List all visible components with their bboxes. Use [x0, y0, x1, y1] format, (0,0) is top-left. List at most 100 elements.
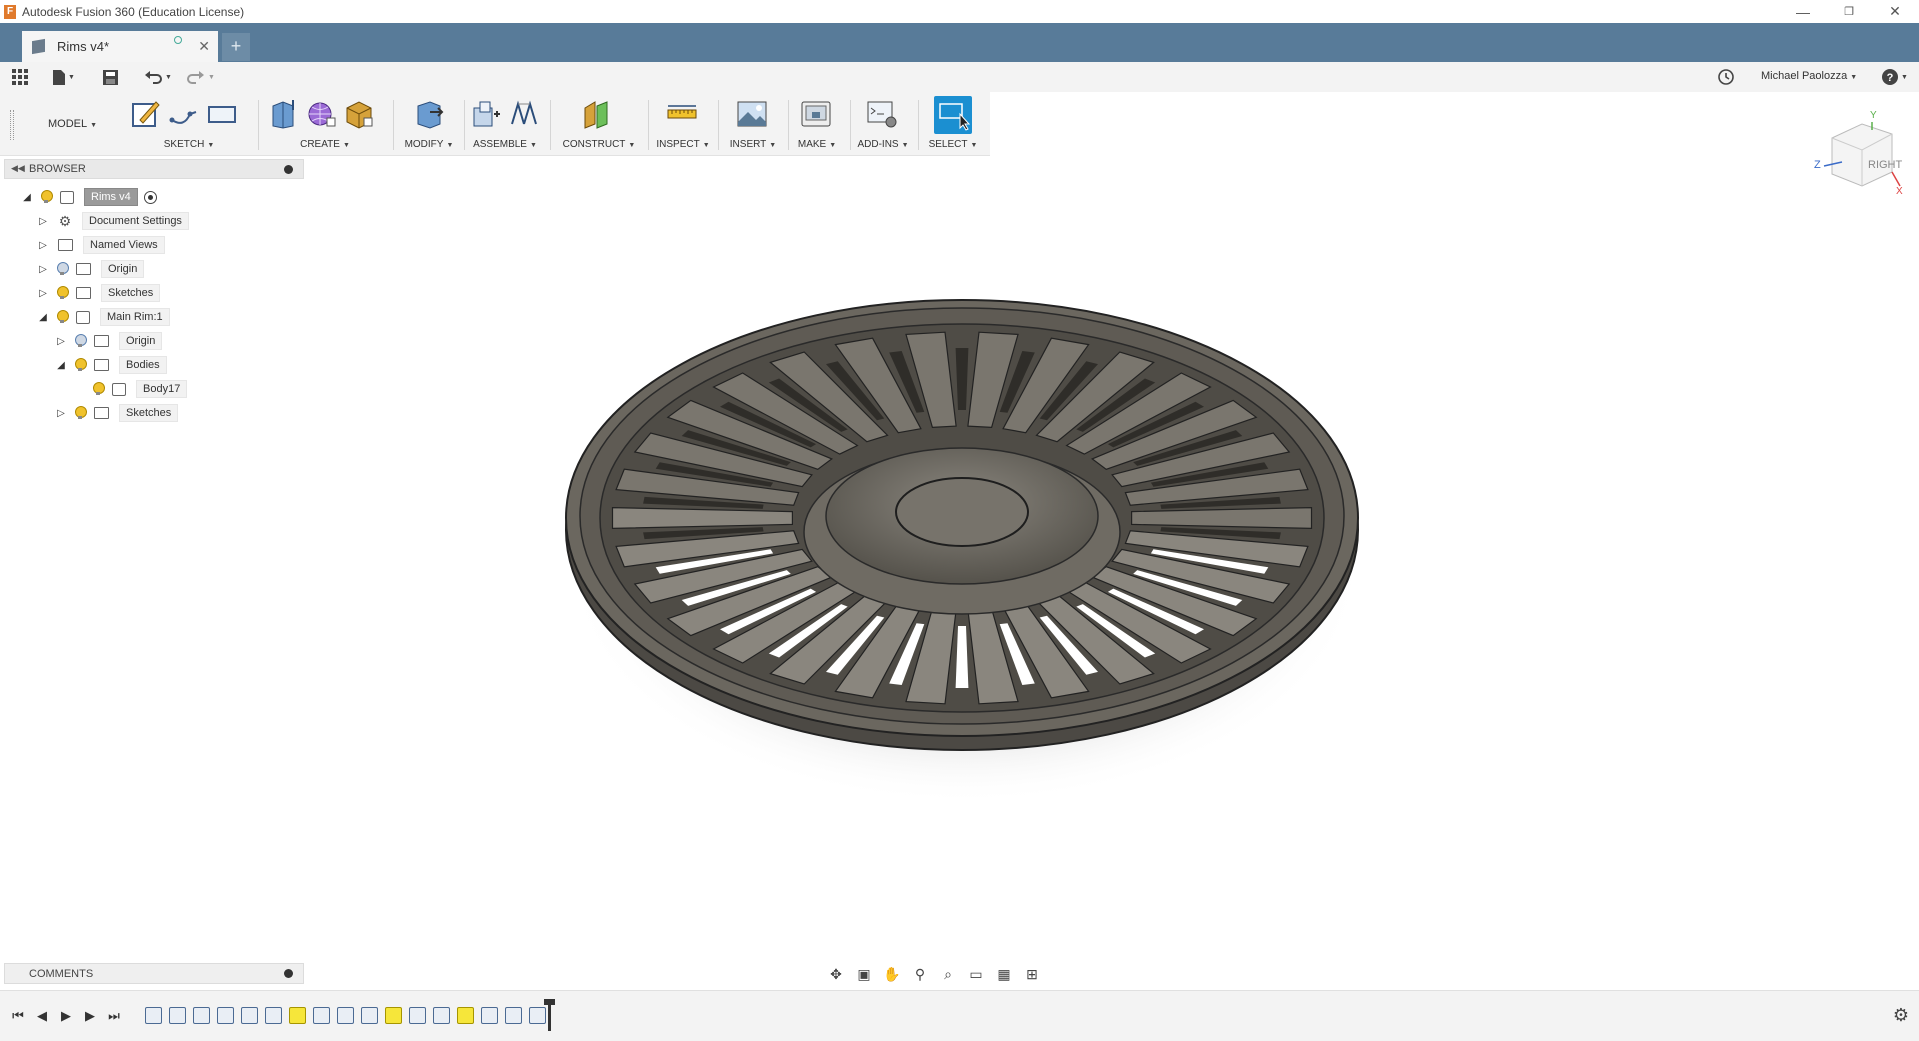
- construct-menu-label[interactable]: CONSTRUCT ▼: [556, 139, 642, 150]
- step-forward-button[interactable]: ▶: [82, 1008, 98, 1024]
- add-ins-menu-label[interactable]: ADD-INS ▼: [854, 139, 912, 150]
- create-form-icon[interactable]: [305, 98, 337, 130]
- tree-item-sketches[interactable]: ▷ Sketches: [36, 283, 161, 303]
- create-sketch-icon[interactable]: [130, 98, 162, 130]
- grid-icon[interactable]: ▦: [994, 964, 1014, 984]
- browser-panel-header[interactable]: ◀◀ BROWSER: [4, 159, 304, 179]
- timeline-feature[interactable]: [169, 1007, 186, 1024]
- viewport-model[interactable]: [540, 290, 1380, 810]
- close-window-button[interactable]: ✕: [1872, 0, 1918, 23]
- file-menu-button[interactable]: ▼: [53, 67, 75, 87]
- timeline-feature[interactable]: [145, 1007, 162, 1024]
- toolbar-grip[interactable]: [10, 110, 14, 140]
- inspect-group[interactable]: INSPECT ▼: [654, 92, 712, 156]
- go-to-start-button[interactable]: ⏮: [10, 1008, 26, 1024]
- save-button[interactable]: [103, 67, 118, 87]
- derive-icon[interactable]: [343, 98, 375, 130]
- line-icon[interactable]: [168, 98, 200, 130]
- visibility-bulb-off-icon[interactable]: [74, 334, 87, 348]
- look-at-icon[interactable]: ▣: [854, 964, 874, 984]
- new-component-icon[interactable]: [470, 98, 502, 130]
- insert-menu-label[interactable]: INSERT ▼: [724, 139, 782, 150]
- timeline-feature[interactable]: [481, 1007, 498, 1024]
- visibility-bulb-icon[interactable]: [74, 358, 87, 372]
- timeline-feature[interactable]: [505, 1007, 522, 1024]
- assemble-group[interactable]: ASSEMBLE ▼: [470, 92, 540, 156]
- tree-item-sketches-sub[interactable]: ▷ Sketches: [54, 403, 179, 423]
- visibility-bulb-icon[interactable]: [56, 286, 69, 300]
- orbit-icon[interactable]: ✥: [826, 964, 846, 984]
- make-menu-label[interactable]: MAKE ▼: [788, 139, 846, 150]
- make-group[interactable]: MAKE ▼: [788, 92, 846, 156]
- hub-cap[interactable]: [895, 477, 1029, 547]
- spoke[interactable]: [611, 506, 793, 530]
- user-account-menu[interactable]: Michael Paolozza ▼: [1761, 70, 1857, 82]
- play-button[interactable]: ▶: [58, 1008, 74, 1024]
- tree-expanded-icon[interactable]: ◢: [54, 358, 68, 372]
- comments-panel[interactable]: COMMENTS: [4, 963, 304, 984]
- tree-expanded-icon[interactable]: ◢: [36, 310, 50, 324]
- workspace-switcher[interactable]: MODEL ▼: [48, 118, 97, 130]
- 3d-print-icon[interactable]: [800, 98, 832, 130]
- tree-collapsed-icon[interactable]: ▷: [36, 262, 50, 276]
- browser-minimize-button[interactable]: [284, 165, 293, 174]
- inspect-menu-label[interactable]: INSPECT ▼: [654, 139, 712, 150]
- viewcube[interactable]: RIGHT Z Y X: [1810, 110, 1910, 200]
- minimize-button[interactable]: —: [1780, 0, 1826, 23]
- help-menu-button[interactable]: ? ▼: [1882, 67, 1908, 87]
- restore-button[interactable]: ❐: [1826, 0, 1872, 23]
- modify-menu-label[interactable]: MODIFY ▼: [400, 139, 458, 150]
- tree-item-bodies[interactable]: ◢ Bodies: [54, 355, 167, 375]
- tree-expanded-icon[interactable]: ◢: [20, 190, 34, 204]
- collapse-browser-icon[interactable]: ◀◀: [11, 163, 25, 174]
- tree-collapsed-icon[interactable]: ▷: [36, 238, 50, 252]
- press-pull-icon[interactable]: [412, 98, 444, 130]
- visibility-bulb-off-icon[interactable]: [56, 262, 69, 276]
- visibility-bulb-icon[interactable]: [74, 406, 87, 420]
- step-back-button[interactable]: ◀: [34, 1008, 50, 1024]
- timeline-feature[interactable]: [361, 1007, 378, 1024]
- new-tab-button[interactable]: +: [222, 33, 250, 61]
- timeline-feature[interactable]: [289, 1007, 306, 1024]
- redo-button[interactable]: ▼: [187, 67, 215, 87]
- timeline-feature[interactable]: [193, 1007, 210, 1024]
- add-comment-button[interactable]: [284, 969, 293, 978]
- timeline-feature[interactable]: [337, 1007, 354, 1024]
- measure-icon[interactable]: [666, 98, 698, 130]
- visibility-bulb-icon[interactable]: [56, 310, 69, 324]
- tree-item-origin-sub[interactable]: ▷ Origin: [54, 331, 163, 351]
- tree-collapsed-icon[interactable]: ▷: [54, 406, 68, 420]
- tree-collapsed-icon[interactable]: ▷: [36, 286, 50, 300]
- rectangle-icon[interactable]: [206, 98, 238, 130]
- close-tab-button[interactable]: ✕: [198, 38, 210, 55]
- scripts-addins-icon[interactable]: [866, 98, 898, 130]
- add-ins-group[interactable]: ADD-INS ▼: [854, 92, 912, 156]
- viewports-icon[interactable]: ⊞: [1022, 964, 1042, 984]
- insert-image-icon[interactable]: [736, 98, 768, 130]
- select-menu-label[interactable]: SELECT ▼: [924, 139, 982, 150]
- sketch-menu-label[interactable]: SKETCH ▼: [130, 139, 248, 150]
- tree-item-origin[interactable]: ▷ Origin: [36, 259, 145, 279]
- tree-collapsed-icon[interactable]: ▷: [54, 334, 68, 348]
- timeline-feature[interactable]: [529, 1007, 546, 1024]
- offset-plane-icon[interactable]: [581, 98, 613, 130]
- modify-group[interactable]: MODIFY ▼: [400, 92, 458, 156]
- timeline-feature[interactable]: [433, 1007, 450, 1024]
- tree-item-named-views[interactable]: ▷ Named Views: [36, 235, 165, 255]
- timeline-feature[interactable]: [313, 1007, 330, 1024]
- timeline-feature[interactable]: [385, 1007, 402, 1024]
- display-settings-icon[interactable]: ▭: [966, 964, 986, 984]
- pan-icon[interactable]: ✋: [882, 964, 902, 984]
- go-to-end-button[interactable]: ⏭: [106, 1008, 122, 1024]
- tree-collapsed-icon[interactable]: ▷: [36, 214, 50, 228]
- fit-icon[interactable]: ⌕: [938, 964, 958, 984]
- visibility-bulb-icon[interactable]: [92, 382, 105, 396]
- job-status-button[interactable]: [1718, 67, 1734, 87]
- undo-button[interactable]: ▼: [144, 67, 172, 87]
- document-tab[interactable]: Rims v4* ✕: [22, 31, 218, 62]
- data-panel-button[interactable]: [12, 67, 28, 87]
- timeline-feature[interactable]: [457, 1007, 474, 1024]
- zoom-icon[interactable]: ⚲: [910, 964, 930, 984]
- select-group[interactable]: SELECT ▼: [924, 92, 982, 156]
- insert-group[interactable]: INSERT ▼: [724, 92, 782, 156]
